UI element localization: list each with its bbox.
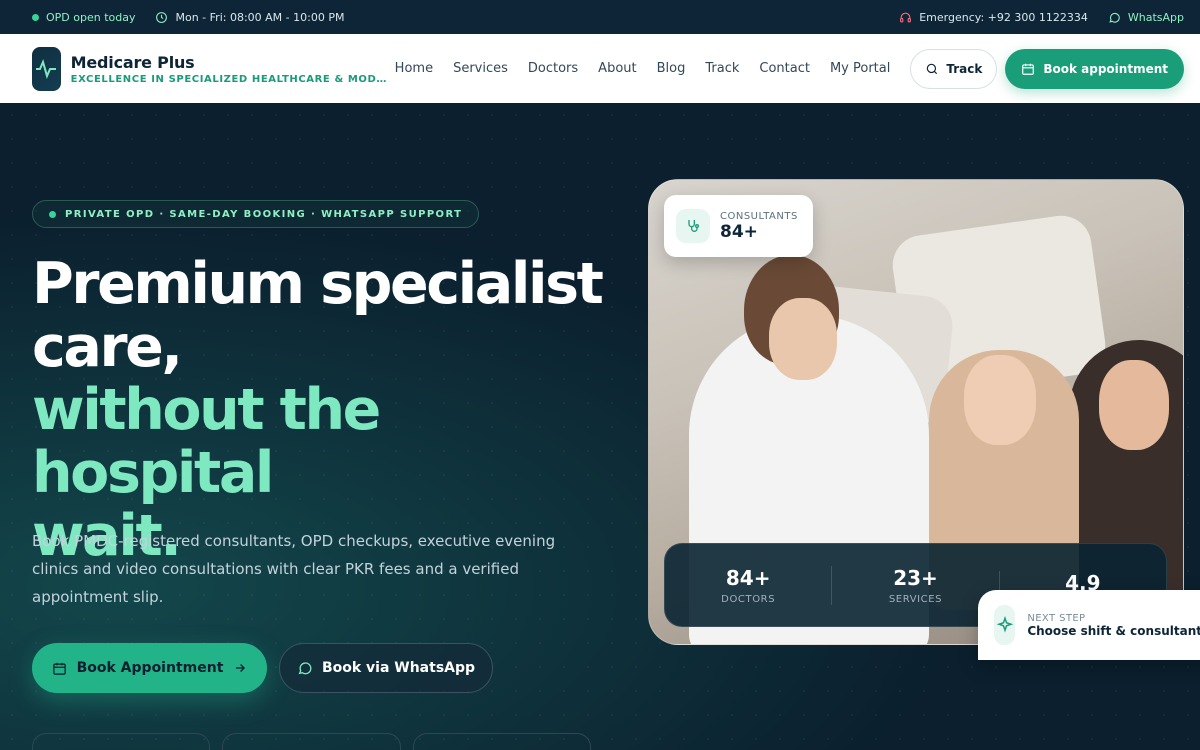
hero-book-label: Book Appointment — [76, 660, 224, 676]
emergency-phone[interactable]: Emergency: +92 300 1122334 — [899, 11, 1088, 24]
stat-label: SERVICES — [888, 593, 943, 605]
pill-dot — [49, 210, 56, 218]
next-step-label: NEXT STEP — [1027, 612, 1086, 624]
hero-subtext: Book PMDC-registered consultants, OPD ch… — [32, 532, 556, 606]
calendar-icon — [1022, 63, 1035, 75]
feature-card — [413, 733, 591, 750]
consultants-label: CONSULTANTS — [720, 210, 798, 222]
nav-contact[interactable]: Contact — [759, 61, 810, 76]
track-button[interactable]: Track — [910, 48, 998, 89]
hero-pill-text: PRIVATE OPD · SAME-DAY BOOKING · WHATSAP… — [65, 208, 463, 220]
opening-hours: Mon - Fri: 08:00 AM - 10:00 PM — [155, 11, 344, 24]
stethoscope-icon — [676, 209, 710, 243]
stat-doctors: 84+ DOCTORS — [665, 566, 831, 605]
hero-whatsapp-button[interactable]: Book via WhatsApp — [279, 643, 493, 693]
track-button-label: Track — [946, 61, 983, 76]
calendar-icon — [52, 662, 66, 675]
next-step-value: Choose shift & consultant — [1027, 623, 1200, 638]
consultants-value: 84+ — [720, 221, 758, 242]
photo-doctor-face — [769, 298, 837, 380]
main-nav: Home Services Doctors About Blog Track C… — [395, 61, 891, 76]
brand-name: Medicare Plus — [70, 52, 195, 72]
book-appointment-button[interactable]: Book appointment — [1005, 48, 1184, 89]
whatsapp-link[interactable]: WhatsApp — [1108, 11, 1184, 24]
top-info-bar: OPD open today Mon - Fri: 08:00 AM - 10:… — [0, 0, 1200, 34]
nav-home[interactable]: Home — [395, 61, 433, 76]
opd-status: OPD open today — [32, 11, 135, 24]
consultants-badge: CONSULTANTS 84+ — [664, 195, 813, 257]
nav-doctors[interactable]: Doctors — [528, 61, 578, 76]
brand-tagline: EXCELLENCE IN SPECIALIZED HEALTHCARE & M… — [70, 73, 391, 85]
emergency-phone-text: Emergency: +92 300 1122334 — [919, 10, 1088, 24]
feature-card — [32, 733, 210, 750]
stat-value: 84+ — [725, 565, 771, 590]
pulse-icon — [36, 58, 57, 79]
nav-services[interactable]: Services — [453, 61, 508, 76]
hero-headline: Premium specialist care, without the hos… — [32, 253, 612, 568]
hero-book-appointment-button[interactable]: Book Appointment — [32, 643, 267, 693]
hero-whatsapp-label: Book via WhatsApp — [321, 660, 476, 676]
headset-icon — [900, 12, 912, 22]
main-header: Medicare Plus EXCELLENCE IN SPECIALIZED … — [0, 34, 1200, 103]
nav-about[interactable]: About — [598, 61, 636, 76]
headline-line-2: care, — [32, 314, 183, 380]
chat-bubble-icon — [1109, 12, 1120, 23]
brand-text: Medicare Plus EXCELLENCE IN SPECIALIZED … — [71, 53, 391, 85]
search-icon — [927, 63, 938, 74]
headline-line-1: Premium specialist — [32, 251, 604, 317]
nav-my-portal[interactable]: My Portal — [830, 61, 890, 76]
photo-mother-face — [1099, 360, 1169, 450]
feature-card — [222, 733, 401, 750]
nav-track[interactable]: Track — [705, 61, 739, 76]
stat-services: 23+ SERVICES — [831, 565, 998, 605]
brand-logo[interactable] — [32, 46, 61, 91]
whatsapp-link-text: WhatsApp — [1127, 10, 1184, 24]
sparkle-icon — [994, 605, 1016, 645]
chat-bubble-icon — [298, 662, 312, 675]
hero-pill: PRIVATE OPD · SAME-DAY BOOKING · WHATSAP… — [32, 200, 480, 228]
next-step-card[interactable]: NEXT STEP Choose shift & consultant — [978, 590, 1200, 660]
book-appointment-label: Book appointment — [1043, 61, 1168, 76]
clock-icon — [156, 11, 168, 23]
opening-hours-text: Mon - Fri: 08:00 AM - 10:00 PM — [175, 10, 345, 24]
stat-value: 23+ — [893, 565, 938, 590]
arrow-right-icon — [236, 664, 246, 672]
opd-status-text: OPD open today — [46, 10, 136, 24]
headline-line-3: without the hospital — [32, 377, 381, 506]
nav-blog[interactable]: Blog — [657, 61, 686, 76]
stat-label: DOCTORS — [721, 593, 776, 605]
photo-girl-face — [964, 355, 1036, 445]
status-dot — [32, 13, 39, 21]
